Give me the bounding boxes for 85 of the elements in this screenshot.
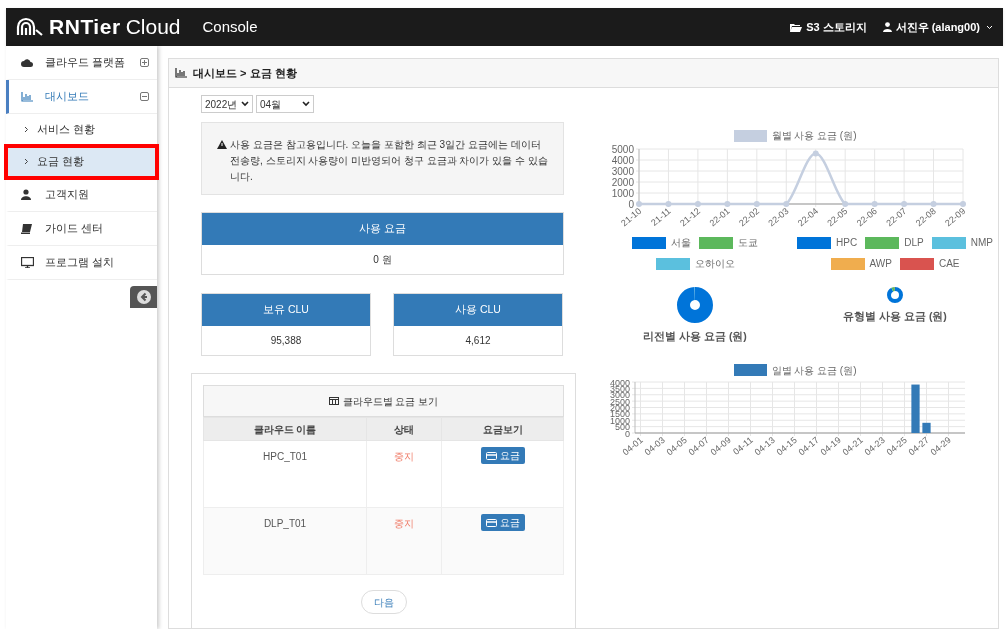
legend-label: 오하이오 xyxy=(694,257,735,271)
expand-icon xyxy=(140,58,149,67)
sidebar-label: 고객지원 xyxy=(45,186,89,202)
y-tick-label: 5000 xyxy=(611,143,634,155)
y-tick-label: 3000 xyxy=(611,165,634,177)
dropdown-select[interactable]: 04월 xyxy=(256,95,314,113)
chart-title: 유형별 사용 요금 (원) xyxy=(843,309,947,324)
y-tick-label: 2000 xyxy=(611,176,634,188)
data-point xyxy=(842,201,849,207)
donut-chart xyxy=(677,287,713,323)
card-icon xyxy=(485,451,497,460)
chart-title: 리전별 사용 요금 (원) xyxy=(643,329,747,344)
data-point xyxy=(783,201,790,207)
data-point xyxy=(665,201,672,207)
y-tick-label: 4000 xyxy=(611,154,634,166)
caret-icon xyxy=(986,24,993,30)
data-point xyxy=(694,201,701,207)
legend-label: 일별 사용 요금 (원) xyxy=(771,363,857,378)
bar xyxy=(922,422,931,433)
chevron-down-icon xyxy=(302,101,310,107)
book-icon xyxy=(21,223,35,234)
column-header: 클라우드 이름 xyxy=(203,417,367,441)
sidebar-label: 서비스 현황 xyxy=(37,121,95,137)
y-tick-label: 1000 xyxy=(611,187,634,199)
stat-label: 보유 CLU xyxy=(202,294,370,326)
storage-link[interactable]: S3 스토리지 xyxy=(790,18,867,36)
data-point xyxy=(960,201,966,207)
stat-label: 사용 CLU xyxy=(394,294,562,326)
left-arrow-circle-icon xyxy=(136,290,151,304)
table-cell: HPC_T01 xyxy=(203,440,367,508)
sidebar-label: 가이드 센터 xyxy=(45,220,103,236)
breadcrumb: 대시보드 > 요금 현황 xyxy=(193,65,297,81)
card-icon xyxy=(485,518,497,527)
fee-button[interactable]: 요금 xyxy=(480,514,525,531)
collapse-icon xyxy=(140,92,149,101)
folder-icon xyxy=(790,22,803,32)
brand-logo-text: RNTier Cloud xyxy=(49,14,181,41)
legend-label: 서울 xyxy=(671,236,691,250)
cloud-icon xyxy=(21,58,35,67)
legend-label: AWP xyxy=(869,257,892,271)
bar-chart-icon xyxy=(21,91,35,102)
logo-icon xyxy=(16,17,44,37)
legend-label: DLP xyxy=(904,236,924,250)
notice-text: 사용 요금은 참고용입니다. 오늘을 포함한 최근 3일간 요금에는 데이터 전송량, 스토리지 사용량이 미반영되어 청구 요금과 차이가 있을 수 있습니다. xyxy=(230,138,548,184)
warning-icon xyxy=(217,140,227,149)
legend-label: NMP xyxy=(970,236,993,250)
chevron-right-icon xyxy=(24,126,29,133)
donut-chart xyxy=(887,287,903,303)
legend-label: 도쿄 xyxy=(738,236,758,250)
chevron-down-icon xyxy=(241,101,249,107)
collapse-button[interactable] xyxy=(130,286,157,308)
console-title: Console xyxy=(202,16,258,37)
user-icon xyxy=(882,22,892,32)
data-point xyxy=(812,150,819,157)
data-point xyxy=(724,201,731,207)
data-point xyxy=(901,201,908,207)
table-cell: DLP_T01 xyxy=(203,507,367,575)
bar-chart-icon xyxy=(175,68,187,78)
table-icon xyxy=(328,397,339,405)
data-point xyxy=(871,201,878,207)
column-header: 요금보기 xyxy=(441,417,564,441)
sidebar-label: 요금 현황 xyxy=(37,153,84,169)
bar xyxy=(911,384,920,433)
legend-label: HPC xyxy=(836,236,858,250)
data-point xyxy=(636,201,642,207)
sidebar-label: 대시보드 xyxy=(45,88,89,104)
sidebar-subitem[interactable]: 요금 현황 xyxy=(6,146,157,178)
legend-label: 월별 사용 요금 (원) xyxy=(771,129,857,143)
user-menu[interactable]: 서진우 (alang00) xyxy=(882,18,993,36)
fee-button[interactable]: 요금 xyxy=(480,447,525,464)
status-text: 중지 xyxy=(366,507,442,575)
sidebar-label: 클라우드 플랫폼 xyxy=(45,54,125,70)
monitor-icon xyxy=(21,257,35,268)
sidebar-label: 프로그램 설치 xyxy=(45,254,114,270)
legend-label: CAE xyxy=(938,257,960,271)
chevron-right-icon xyxy=(24,158,29,165)
next-button[interactable]: 다음 xyxy=(360,590,407,614)
column-header: 상태 xyxy=(366,417,442,441)
data-point xyxy=(930,201,937,207)
stat-label: 사용 요금 xyxy=(202,213,563,245)
y-tick-label: 0 xyxy=(628,198,634,210)
data-point xyxy=(753,201,760,207)
table-title: 클라우드별 요금 보기 xyxy=(342,394,439,409)
status-text: 중지 xyxy=(366,440,442,508)
dropdown-select[interactable]: 2022년 xyxy=(201,95,253,113)
